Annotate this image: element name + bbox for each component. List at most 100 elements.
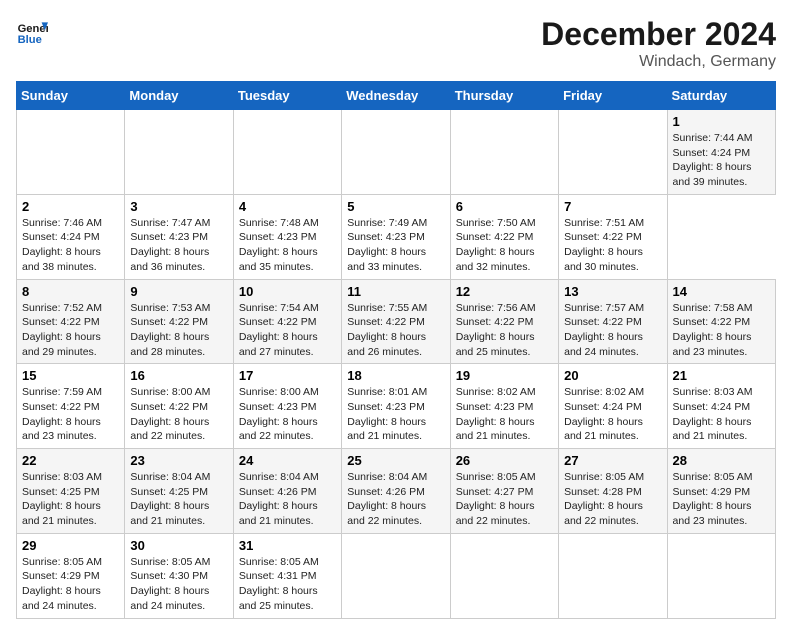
calendar-day: 12Sunrise: 7:56 AMSunset: 4:22 PMDayligh… bbox=[450, 279, 558, 364]
logo: General Blue bbox=[16, 16, 48, 48]
month-title: December 2024 bbox=[541, 16, 776, 53]
day-info: Sunrise: 8:04 AMSunset: 4:25 PMDaylight:… bbox=[130, 470, 227, 529]
calendar-body: 1Sunrise: 7:44 AMSunset: 4:24 PMDaylight… bbox=[17, 110, 776, 619]
calendar-day: 3 Sunrise: 7:47 AMSunset: 4:23 PMDaylight… bbox=[125, 194, 233, 279]
day-info: Sunrise: 8:05 AMSunset: 4:27 PMDaylight:… bbox=[456, 470, 553, 529]
day-info: Sunrise: 7:50 AMSunset: 4:22 PMDaylight:… bbox=[456, 216, 553, 275]
calendar-day: 19 Sunrise: 8:02 AMSunset: 4:23 PMDayligh… bbox=[450, 364, 558, 449]
day-info: Sunrise: 7:55 AMSunset: 4:22 PMDaylight:… bbox=[347, 301, 444, 360]
calendar-day: 10 Sunrise: 7:54 AMSunset: 4:22 PMDayligh… bbox=[233, 279, 341, 364]
day-number: 17 bbox=[239, 368, 336, 383]
day-number: 2 bbox=[22, 199, 119, 214]
day-number: 31 bbox=[239, 538, 336, 553]
day-number: 10 bbox=[239, 284, 336, 299]
day-info: Sunrise: 8:02 AMSunset: 4:23 PMDaylight:… bbox=[456, 385, 553, 444]
empty-cell bbox=[450, 533, 558, 618]
calendar-day: 16Sunrise: 8:00 AMSunset: 4:22 PMDayligh… bbox=[125, 364, 233, 449]
day-info: Sunrise: 7:52 AMSunset: 4:22 PMDaylight:… bbox=[22, 301, 119, 360]
calendar-day: 4 Sunrise: 7:48 AMSunset: 4:23 PMDaylight… bbox=[233, 194, 341, 279]
empty-cell bbox=[342, 110, 450, 195]
calendar-day: 29 Sunrise: 8:05 AMSunset: 4:29 PMDayligh… bbox=[17, 533, 125, 618]
day-number: 8 bbox=[22, 284, 119, 299]
day-info: Sunrise: 8:03 AMSunset: 4:24 PMDaylight:… bbox=[673, 385, 770, 444]
column-header-tuesday: Tuesday bbox=[233, 82, 341, 110]
column-header-monday: Monday bbox=[125, 82, 233, 110]
page-header: General Blue December 2024 Windach, Germ… bbox=[16, 16, 776, 71]
column-header-wednesday: Wednesday bbox=[342, 82, 450, 110]
column-header-thursday: Thursday bbox=[450, 82, 558, 110]
day-number: 29 bbox=[22, 538, 119, 553]
calendar-day: 25 Sunrise: 8:04 AMSunset: 4:26 PMDayligh… bbox=[342, 449, 450, 534]
day-info: Sunrise: 8:02 AMSunset: 4:24 PMDaylight:… bbox=[564, 385, 661, 444]
calendar-day: 20 Sunrise: 8:02 AMSunset: 4:24 PMDayligh… bbox=[559, 364, 667, 449]
day-info: Sunrise: 7:57 AMSunset: 4:22 PMDaylight:… bbox=[564, 301, 661, 360]
day-number: 26 bbox=[456, 453, 553, 468]
calendar-day: 31Sunrise: 8:05 AMSunset: 4:31 PMDayligh… bbox=[233, 533, 341, 618]
calendar-week-row: 2 Sunrise: 7:46 AMSunset: 4:24 PMDaylight… bbox=[17, 194, 776, 279]
calendar-day: 6 Sunrise: 7:50 AMSunset: 4:22 PMDaylight… bbox=[450, 194, 558, 279]
day-info: Sunrise: 7:48 AMSunset: 4:23 PMDaylight:… bbox=[239, 216, 336, 275]
day-number: 13 bbox=[564, 284, 661, 299]
calendar-header-row: SundayMondayTuesdayWednesdayThursdayFrid… bbox=[17, 82, 776, 110]
day-info: Sunrise: 8:05 AMSunset: 4:29 PMDaylight:… bbox=[22, 555, 119, 614]
empty-cell bbox=[450, 110, 558, 195]
day-number: 27 bbox=[564, 453, 661, 468]
day-number: 23 bbox=[130, 453, 227, 468]
calendar-day: 24 Sunrise: 8:04 AMSunset: 4:26 PMDayligh… bbox=[233, 449, 341, 534]
empty-cell bbox=[342, 533, 450, 618]
day-number: 25 bbox=[347, 453, 444, 468]
empty-cell bbox=[559, 110, 667, 195]
location-title: Windach, Germany bbox=[541, 53, 776, 71]
empty-cell bbox=[17, 110, 125, 195]
day-number: 14 bbox=[673, 284, 770, 299]
logo-icon: General Blue bbox=[16, 16, 48, 48]
calendar-day: 23 Sunrise: 8:04 AMSunset: 4:25 PMDayligh… bbox=[125, 449, 233, 534]
day-info: Sunrise: 7:44 AMSunset: 4:24 PMDaylight:… bbox=[673, 131, 770, 190]
day-info: Sunrise: 7:49 AMSunset: 4:23 PMDaylight:… bbox=[347, 216, 444, 275]
calendar-day: 30 Sunrise: 8:05 AMSunset: 4:30 PMDayligh… bbox=[125, 533, 233, 618]
day-number: 11 bbox=[347, 284, 444, 299]
day-number: 20 bbox=[564, 368, 661, 383]
day-info: Sunrise: 8:05 AMSunset: 4:30 PMDaylight:… bbox=[130, 555, 227, 614]
day-number: 18 bbox=[347, 368, 444, 383]
day-info: Sunrise: 7:53 AMSunset: 4:22 PMDaylight:… bbox=[130, 301, 227, 360]
day-number: 15 bbox=[22, 368, 119, 383]
calendar-day: 9 Sunrise: 7:53 AMSunset: 4:22 PMDaylight… bbox=[125, 279, 233, 364]
empty-cell bbox=[667, 533, 775, 618]
day-info: Sunrise: 8:04 AMSunset: 4:26 PMDaylight:… bbox=[239, 470, 336, 529]
column-header-saturday: Saturday bbox=[667, 82, 775, 110]
calendar-day: 8 Sunrise: 7:52 AMSunset: 4:22 PMDaylight… bbox=[17, 279, 125, 364]
day-number: 12 bbox=[456, 284, 553, 299]
calendar-day: 14Sunrise: 7:58 AMSunset: 4:22 PMDayligh… bbox=[667, 279, 775, 364]
day-info: Sunrise: 7:54 AMSunset: 4:22 PMDaylight:… bbox=[239, 301, 336, 360]
day-number: 9 bbox=[130, 284, 227, 299]
calendar-day: 17 Sunrise: 8:00 AMSunset: 4:23 PMDayligh… bbox=[233, 364, 341, 449]
day-info: Sunrise: 8:05 AMSunset: 4:29 PMDaylight:… bbox=[673, 470, 770, 529]
day-number: 21 bbox=[673, 368, 770, 383]
day-number: 3 bbox=[130, 199, 227, 214]
calendar-day: 26 Sunrise: 8:05 AMSunset: 4:27 PMDayligh… bbox=[450, 449, 558, 534]
calendar-day: 15Sunrise: 7:59 AMSunset: 4:22 PMDayligh… bbox=[17, 364, 125, 449]
day-number: 7 bbox=[564, 199, 661, 214]
day-info: Sunrise: 8:01 AMSunset: 4:23 PMDaylight:… bbox=[347, 385, 444, 444]
calendar-day: 18 Sunrise: 8:01 AMSunset: 4:23 PMDayligh… bbox=[342, 364, 450, 449]
calendar-week-row: 1Sunrise: 7:44 AMSunset: 4:24 PMDaylight… bbox=[17, 110, 776, 195]
day-number: 4 bbox=[239, 199, 336, 214]
day-info: Sunrise: 8:04 AMSunset: 4:26 PMDaylight:… bbox=[347, 470, 444, 529]
day-info: Sunrise: 7:46 AMSunset: 4:24 PMDaylight:… bbox=[22, 216, 119, 275]
day-info: Sunrise: 7:47 AMSunset: 4:23 PMDaylight:… bbox=[130, 216, 227, 275]
calendar-day: 7Sunrise: 7:51 AMSunset: 4:22 PMDaylight… bbox=[559, 194, 667, 279]
day-number: 30 bbox=[130, 538, 227, 553]
calendar-day: 21 Sunrise: 8:03 AMSunset: 4:24 PMDayligh… bbox=[667, 364, 775, 449]
day-info: Sunrise: 8:00 AMSunset: 4:23 PMDaylight:… bbox=[239, 385, 336, 444]
day-number: 19 bbox=[456, 368, 553, 383]
calendar-week-row: 22Sunrise: 8:03 AMSunset: 4:25 PMDayligh… bbox=[17, 449, 776, 534]
day-info: Sunrise: 8:05 AMSunset: 4:28 PMDaylight:… bbox=[564, 470, 661, 529]
day-number: 6 bbox=[456, 199, 553, 214]
calendar-day: 2 Sunrise: 7:46 AMSunset: 4:24 PMDaylight… bbox=[17, 194, 125, 279]
calendar-week-row: 8 Sunrise: 7:52 AMSunset: 4:22 PMDaylight… bbox=[17, 279, 776, 364]
svg-text:Blue: Blue bbox=[18, 34, 42, 46]
calendar-day: 11 Sunrise: 7:55 AMSunset: 4:22 PMDayligh… bbox=[342, 279, 450, 364]
calendar-day: 13 Sunrise: 7:57 AMSunset: 4:22 PMDayligh… bbox=[559, 279, 667, 364]
day-number: 24 bbox=[239, 453, 336, 468]
